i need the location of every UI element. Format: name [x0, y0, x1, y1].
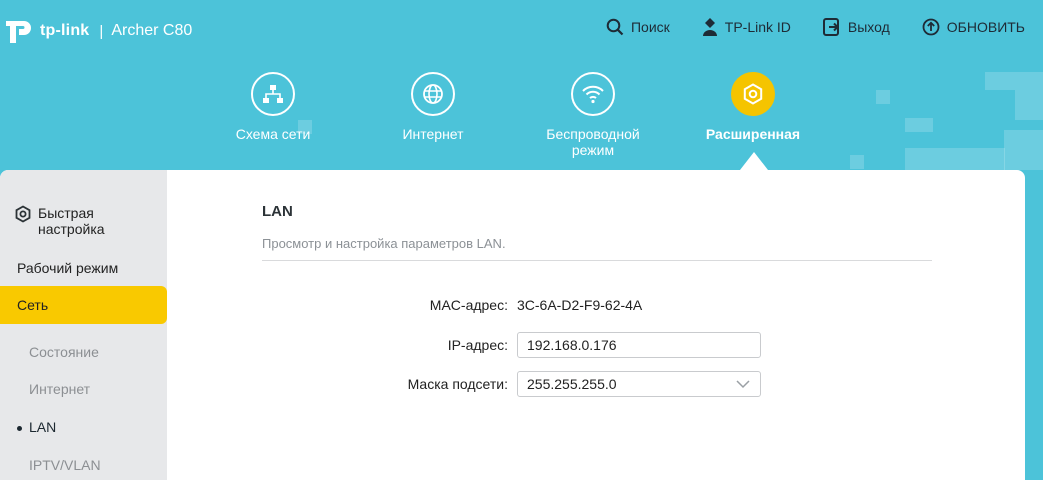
top-bar: tp-link | Archer C80 Поиск TP-Link ID Вы… [0, 0, 1043, 60]
tab-advanced[interactable]: Расширенная [683, 72, 823, 142]
tplink-id-button[interactable]: TP-Link ID [702, 18, 791, 36]
tab-advanced-label: Расширенная [705, 126, 801, 142]
tab-internet[interactable]: Интернет [363, 72, 503, 142]
sidebar-item-network[interactable]: Сеть [0, 286, 167, 324]
sidebar-item-operation-mode[interactable]: Рабочий режим [17, 260, 184, 276]
brand-name: tp-link [40, 22, 90, 39]
logo: tp-link | Archer C80 [2, 17, 192, 45]
update-label: ОБНОВИТЬ [946, 19, 1025, 35]
mac-value: 3C-6A-D2-F9-62-4A [517, 297, 643, 313]
sidebar-subitem-lan-label: LAN [29, 419, 57, 435]
sidebar-item-quick-setup-label: Быстрая настройка [38, 205, 105, 237]
section-title: LAN [262, 203, 293, 220]
logout-button[interactable]: Выход [822, 18, 890, 36]
brand-separator: | [99, 22, 104, 40]
subnet-mask-label: Маска подсети: [407, 376, 508, 392]
gear-icon [731, 72, 775, 116]
tab-network-map-label: Схема сети [235, 126, 311, 142]
main-panel: Быстрая настройка Рабочий режим Сеть Сос… [0, 170, 1025, 480]
active-dot-icon [17, 426, 22, 431]
section-description: Просмотр и настройка параметров LAN. [262, 236, 506, 251]
tab-wireless[interactable]: Беспроводной режим [523, 72, 663, 158]
sidebar-subitem-status[interactable]: Состояние [29, 344, 196, 360]
quick-setup-gear-icon [15, 205, 31, 223]
mac-label: MAC-адрес: [429, 297, 508, 313]
active-tab-indicator [740, 152, 768, 170]
sidebar: Быстрая настройка Рабочий режим Сеть Сос… [0, 170, 167, 480]
search-button[interactable]: Поиск [606, 18, 670, 36]
tplink-id-label: TP-Link ID [724, 19, 791, 35]
main-nav: Схема сети Интернет Беспроводной режим Р… [0, 72, 1043, 170]
subnet-mask-value: 255.255.255.0 [527, 376, 617, 392]
user-id-icon [702, 18, 717, 36]
sidebar-item-quick-setup[interactable]: Быстрая настройка [14, 205, 181, 237]
tp-link-logo-icon [2, 17, 36, 45]
tab-network-map[interactable]: Схема сети [203, 72, 343, 142]
sidebar-subitem-internet[interactable]: Интернет [29, 381, 196, 397]
refresh-icon [922, 18, 940, 36]
ip-label: IP-адрес: [447, 337, 508, 353]
tab-internet-label: Интернет [402, 126, 464, 142]
divider [262, 260, 932, 261]
logout-icon [822, 18, 839, 36]
network-map-icon [251, 72, 295, 116]
sidebar-subitem-iptv-vlan[interactable]: IPTV/VLAN [29, 457, 196, 473]
ip-address-value: 192.168.0.176 [527, 337, 617, 353]
chevron-down-icon [736, 380, 750, 389]
header-actions: Поиск TP-Link ID Выход ОБНОВИТЬ [574, 18, 1025, 36]
subnet-mask-select[interactable]: 255.255.255.0 [517, 371, 761, 397]
wifi-icon [571, 72, 615, 116]
logout-label: Выход [847, 19, 890, 35]
update-button[interactable]: ОБНОВИТЬ [922, 18, 1025, 36]
sidebar-subitem-lan[interactable]: LAN [17, 419, 196, 435]
tab-wireless-label: Беспроводной режим [546, 126, 640, 158]
search-icon [606, 18, 624, 36]
ip-address-input[interactable]: 192.168.0.176 [517, 332, 761, 358]
globe-icon [411, 72, 455, 116]
model-name: Archer C80 [111, 22, 193, 39]
search-label: Поиск [630, 19, 670, 35]
